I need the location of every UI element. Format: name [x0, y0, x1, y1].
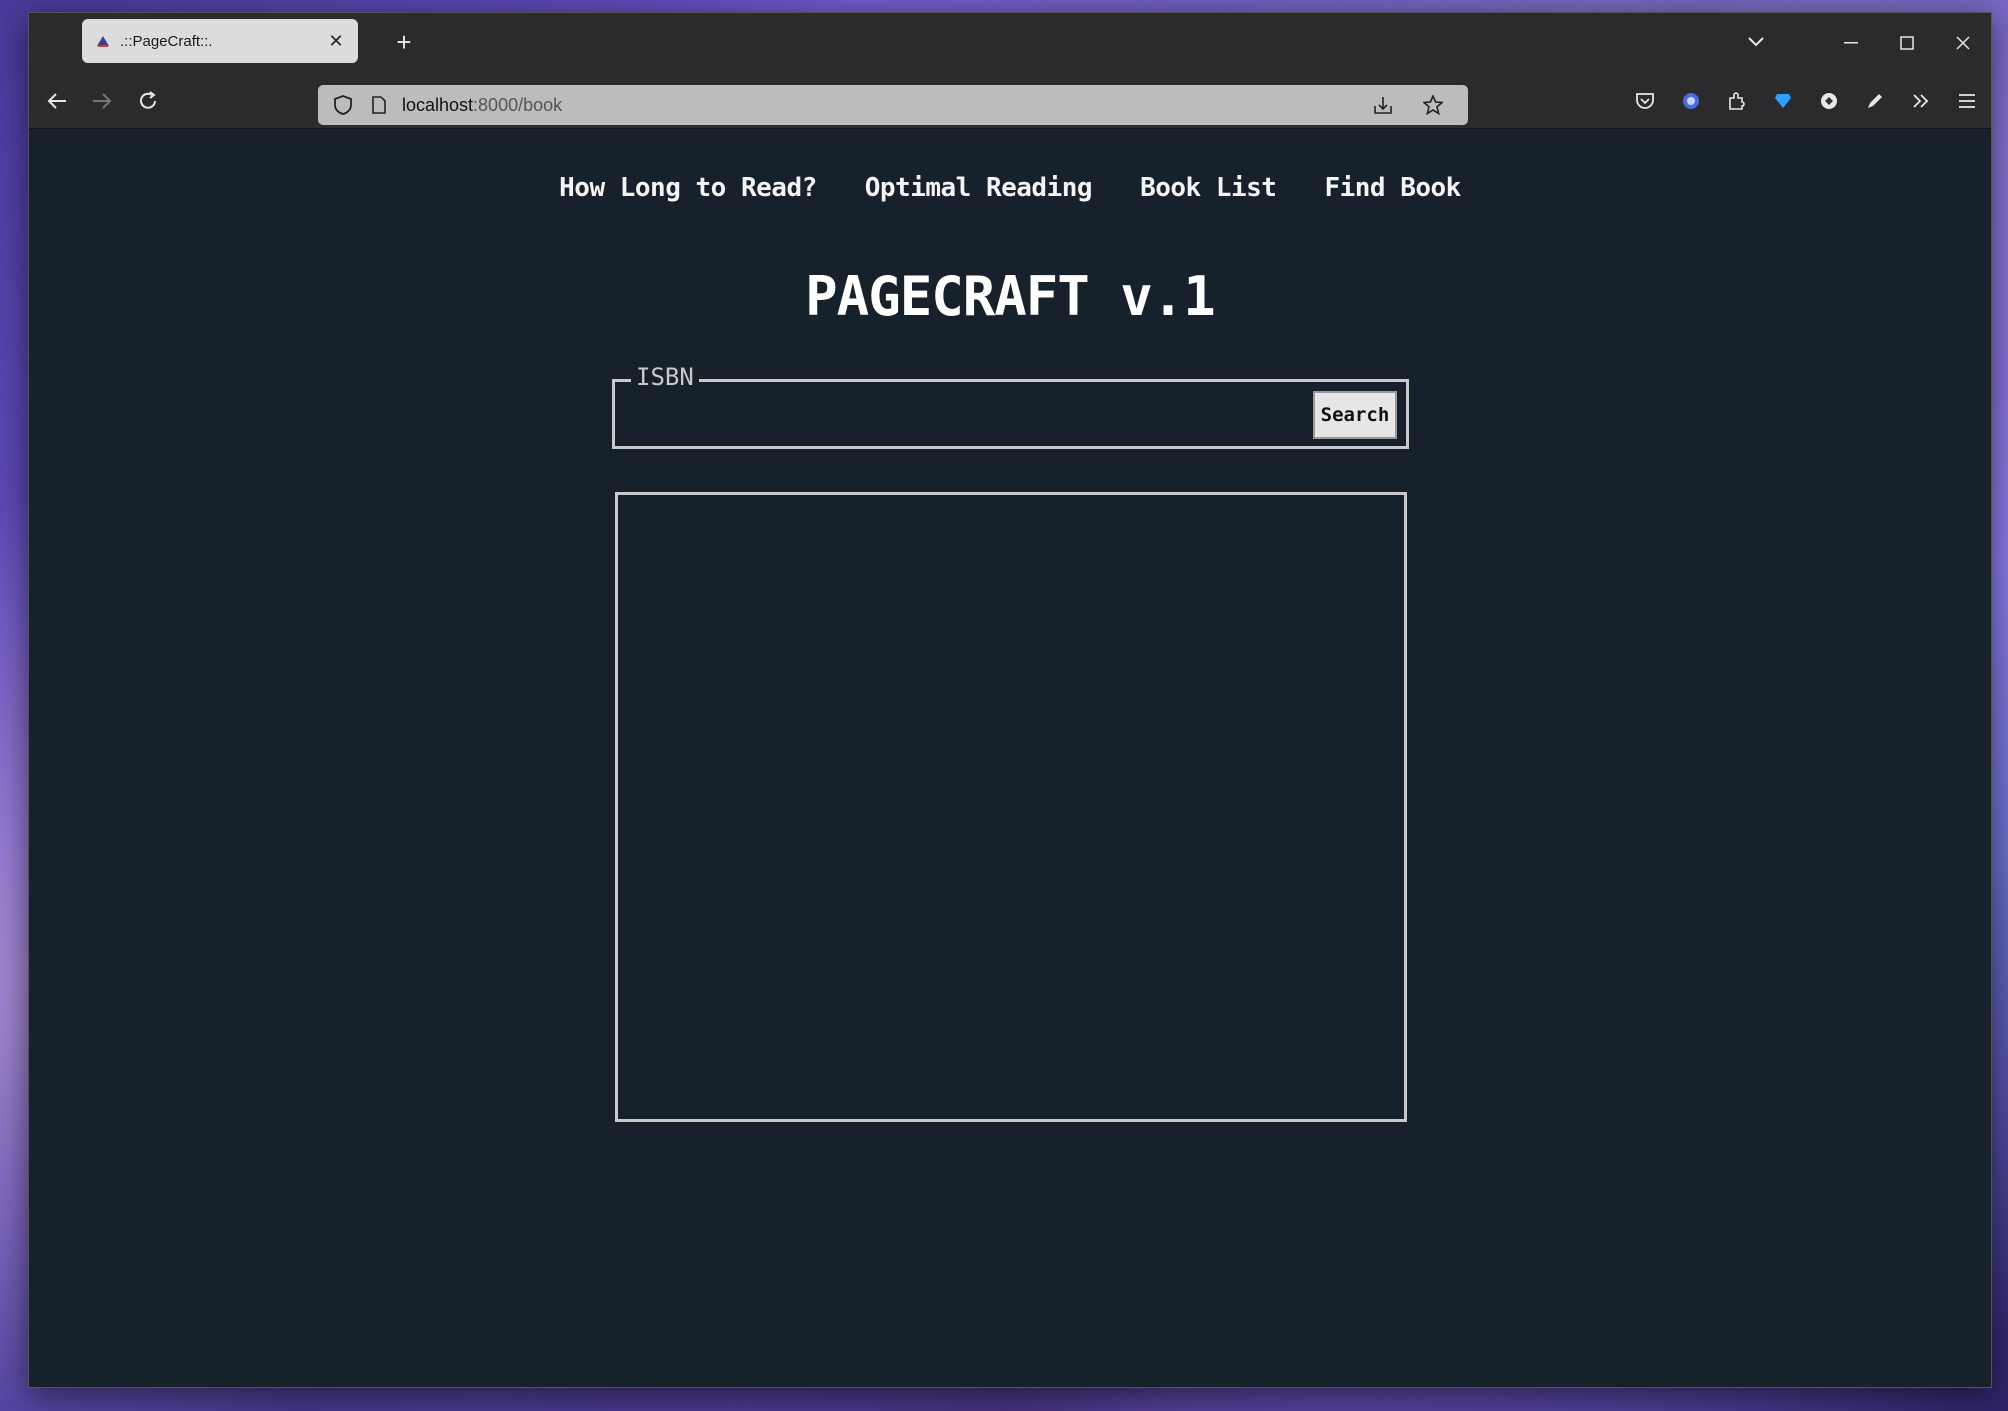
- browser-window: .::PageCraft::. ✕ + localhost:8000/book…: [28, 12, 1992, 1388]
- search-button[interactable]: Search: [1313, 391, 1397, 439]
- url-host: localhost: [402, 94, 474, 115]
- page-title: PAGECRAFT v.1: [805, 265, 1216, 328]
- isbn-fieldset: ISBN Search: [612, 363, 1409, 449]
- reload-icon[interactable]: [132, 85, 164, 117]
- browser-tab[interactable]: .::PageCraft::. ✕: [82, 19, 358, 63]
- tab-close-icon[interactable]: ✕: [326, 31, 346, 51]
- hamburger-menu-icon[interactable]: [1951, 85, 1983, 117]
- book-result-panel: [615, 492, 1407, 1122]
- back-arrow-icon[interactable]: [41, 85, 73, 117]
- isbn-input[interactable]: [625, 392, 1315, 436]
- bookmark-star-icon[interactable]: [1420, 92, 1446, 118]
- pen-extension-icon[interactable]: [1859, 85, 1891, 117]
- overflow-chevron-icon[interactable]: [1905, 85, 1937, 117]
- extensions-puzzle-icon[interactable]: [1721, 85, 1753, 117]
- browser-toolbar: localhost :8000/book: [29, 73, 1991, 129]
- nav-link-find-book[interactable]: Find Book: [1324, 173, 1461, 203]
- page-icon[interactable]: [366, 92, 392, 118]
- url-path: :8000/book: [473, 94, 563, 115]
- maximize-icon[interactable]: [1879, 13, 1935, 73]
- new-tab-icon[interactable]: +: [391, 29, 417, 55]
- favicon-icon: [94, 32, 112, 50]
- isbn-legend: ISBN: [631, 363, 699, 391]
- tab-strip: .::PageCraft::. ✕ +: [29, 13, 1991, 73]
- vpn-globe-icon[interactable]: [1675, 85, 1707, 117]
- site-nav: How Long to Read? Optimal Reading Book L…: [29, 173, 1991, 203]
- circle-extension-icon[interactable]: [1813, 85, 1845, 117]
- tab-list-chevron-icon[interactable]: [1741, 27, 1771, 57]
- address-bar[interactable]: localhost :8000/book: [318, 85, 1468, 125]
- gem-extension-icon[interactable]: [1767, 85, 1799, 117]
- nav-link-optimal-reading[interactable]: Optimal Reading: [865, 173, 1093, 203]
- close-window-icon[interactable]: [1935, 13, 1991, 73]
- nav-link-book-list[interactable]: Book List: [1140, 173, 1277, 203]
- page-content: How Long to Read? Optimal Reading Book L…: [29, 129, 1991, 1387]
- reader-download-icon[interactable]: [1370, 92, 1396, 118]
- pocket-icon[interactable]: [1629, 85, 1661, 117]
- shield-icon[interactable]: [330, 92, 356, 118]
- tab-title: .::PageCraft::.: [120, 32, 213, 50]
- nav-link-how-long-to-read[interactable]: How Long to Read?: [559, 173, 817, 203]
- forward-arrow-icon[interactable]: [86, 85, 118, 117]
- minimize-icon[interactable]: [1823, 13, 1879, 73]
